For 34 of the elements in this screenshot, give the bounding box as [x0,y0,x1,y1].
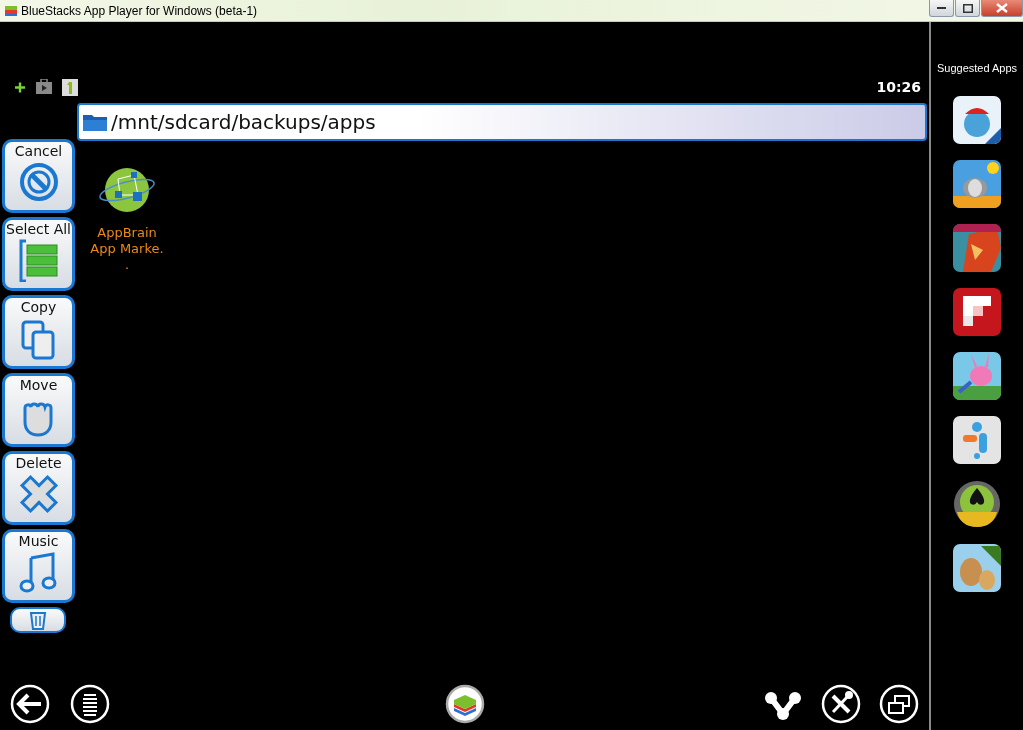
folder-icon [83,113,107,131]
action-button[interactable]: Delete [2,451,75,525]
minimize-button[interactable] [929,0,954,17]
close-icon [996,3,1008,13]
maximize-icon [962,3,973,13]
app-icon[interactable] [953,480,1001,528]
action-button[interactable]: Music [2,529,75,603]
action-button[interactable]: Cancel [2,139,75,213]
app-icon[interactable] [953,288,1001,336]
partial-button[interactable] [10,607,66,633]
action-button[interactable]: Copy [2,295,75,369]
globe-icon [98,165,156,215]
stack-icon [4,3,18,18]
clock-time: 10:26 [876,79,921,95]
trash-icon [27,609,49,631]
maximize-button[interactable] [955,0,980,17]
action-button[interactable]: Move [2,373,75,447]
app-icon[interactable] [953,224,1001,272]
file-name[interactable]: AppBrain App Marke. . [90,225,164,273]
close-button[interactable] [981,0,1023,17]
sidebar-title: Suggested Apps [936,62,1018,74]
path-text: /mnt/sdcard/backups/apps [111,110,376,134]
window-title: BlueStacks App Player for Windows (beta-1) [21,3,258,18]
back-icon[interactable] [10,684,50,724]
screens-icon[interactable] [879,684,919,724]
layers-icon[interactable] [444,684,485,724]
action-button[interactable]: Select All [2,217,75,291]
tools-icon[interactable] [821,684,861,724]
briefcase-icon [36,78,52,96]
app-icon[interactable] [953,96,1001,144]
number-icon [62,78,78,96]
path-bar[interactable]: /mnt/sdcard/backups/apps [77,103,927,141]
menu-icon[interactable] [70,684,110,724]
minimize-icon [937,7,946,9]
